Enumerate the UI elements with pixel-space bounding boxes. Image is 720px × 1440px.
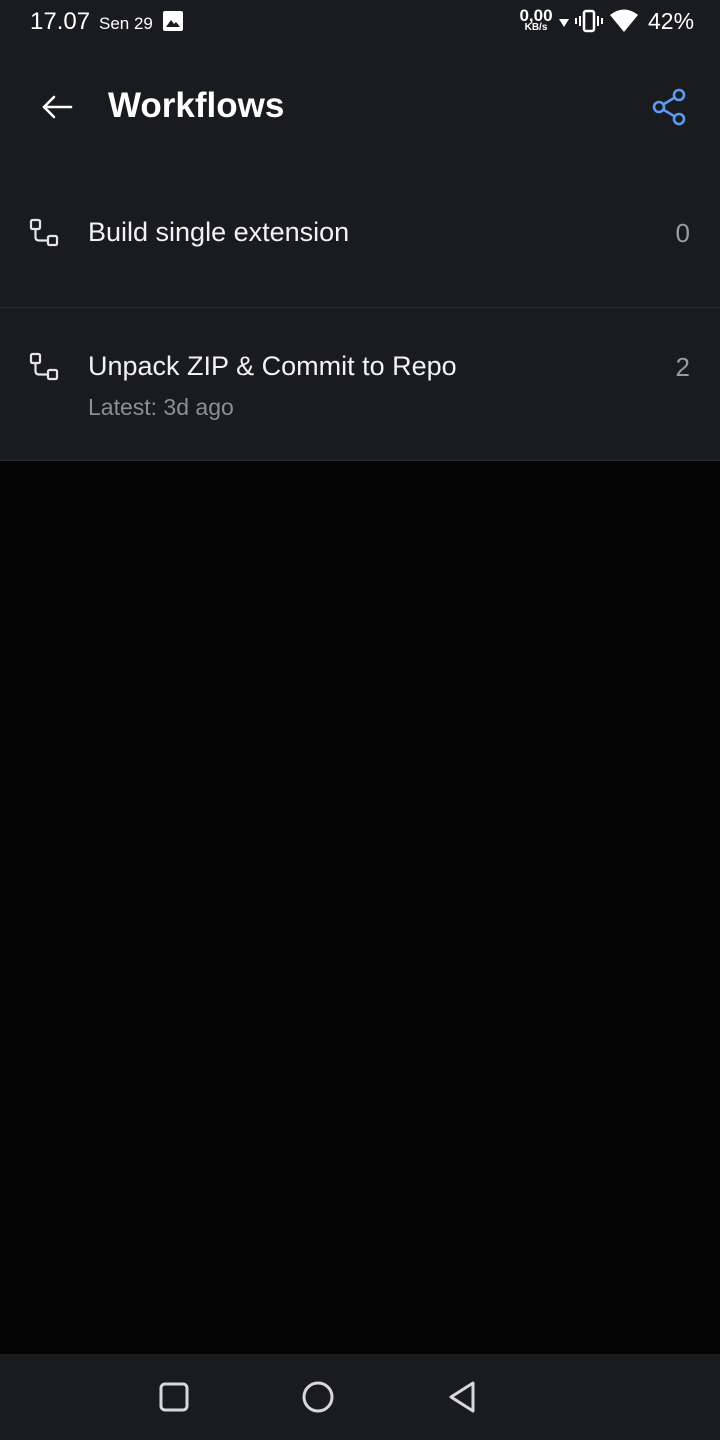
back-button[interactable] xyxy=(34,84,80,130)
status-date: Sen 29 xyxy=(99,14,153,33)
workflow-list: Build single extension 0 Unpack ZIP & Co… xyxy=(0,164,720,461)
wifi-icon xyxy=(610,9,638,32)
workflow-latest: Latest: 3d ago xyxy=(88,394,234,420)
vibrate-icon xyxy=(575,9,603,33)
network-speed: 0,00 KB/s xyxy=(518,7,554,33)
workflow-name: Build single extension xyxy=(88,217,350,247)
status-bar: 17.07 Sen 29 0,00 KB/s 42% xyxy=(0,0,720,46)
workflow-icon xyxy=(29,352,59,381)
battery-level: 42% xyxy=(648,8,695,34)
share-icon xyxy=(652,88,686,126)
gallery-icon xyxy=(163,11,183,31)
system-nav-bar xyxy=(0,1354,720,1440)
data-arrow-icon xyxy=(559,19,569,27)
recents-button[interactable] xyxy=(154,1377,194,1417)
workflow-name: Unpack ZIP & Commit to Repo xyxy=(88,351,457,381)
app-bar: Workflows xyxy=(0,46,720,164)
status-time: 17.07 xyxy=(30,8,91,35)
share-button[interactable] xyxy=(644,82,694,132)
arrow-left-icon xyxy=(42,95,73,119)
recents-square-icon xyxy=(159,1382,189,1412)
back-triangle-icon xyxy=(449,1381,475,1413)
workflow-run-count: 0 xyxy=(675,218,690,248)
workflow-icon xyxy=(29,218,59,247)
system-back-button[interactable] xyxy=(442,1377,482,1417)
page-title: Workflows xyxy=(108,86,285,125)
workflow-run-count: 2 xyxy=(675,352,690,382)
home-circle-icon xyxy=(302,1381,334,1413)
workflow-item[interactable]: Build single extension 0 xyxy=(0,164,720,308)
workflow-item[interactable]: Unpack ZIP & Commit to Repo Latest: 3d a… xyxy=(0,308,720,461)
home-button[interactable] xyxy=(298,1377,338,1417)
